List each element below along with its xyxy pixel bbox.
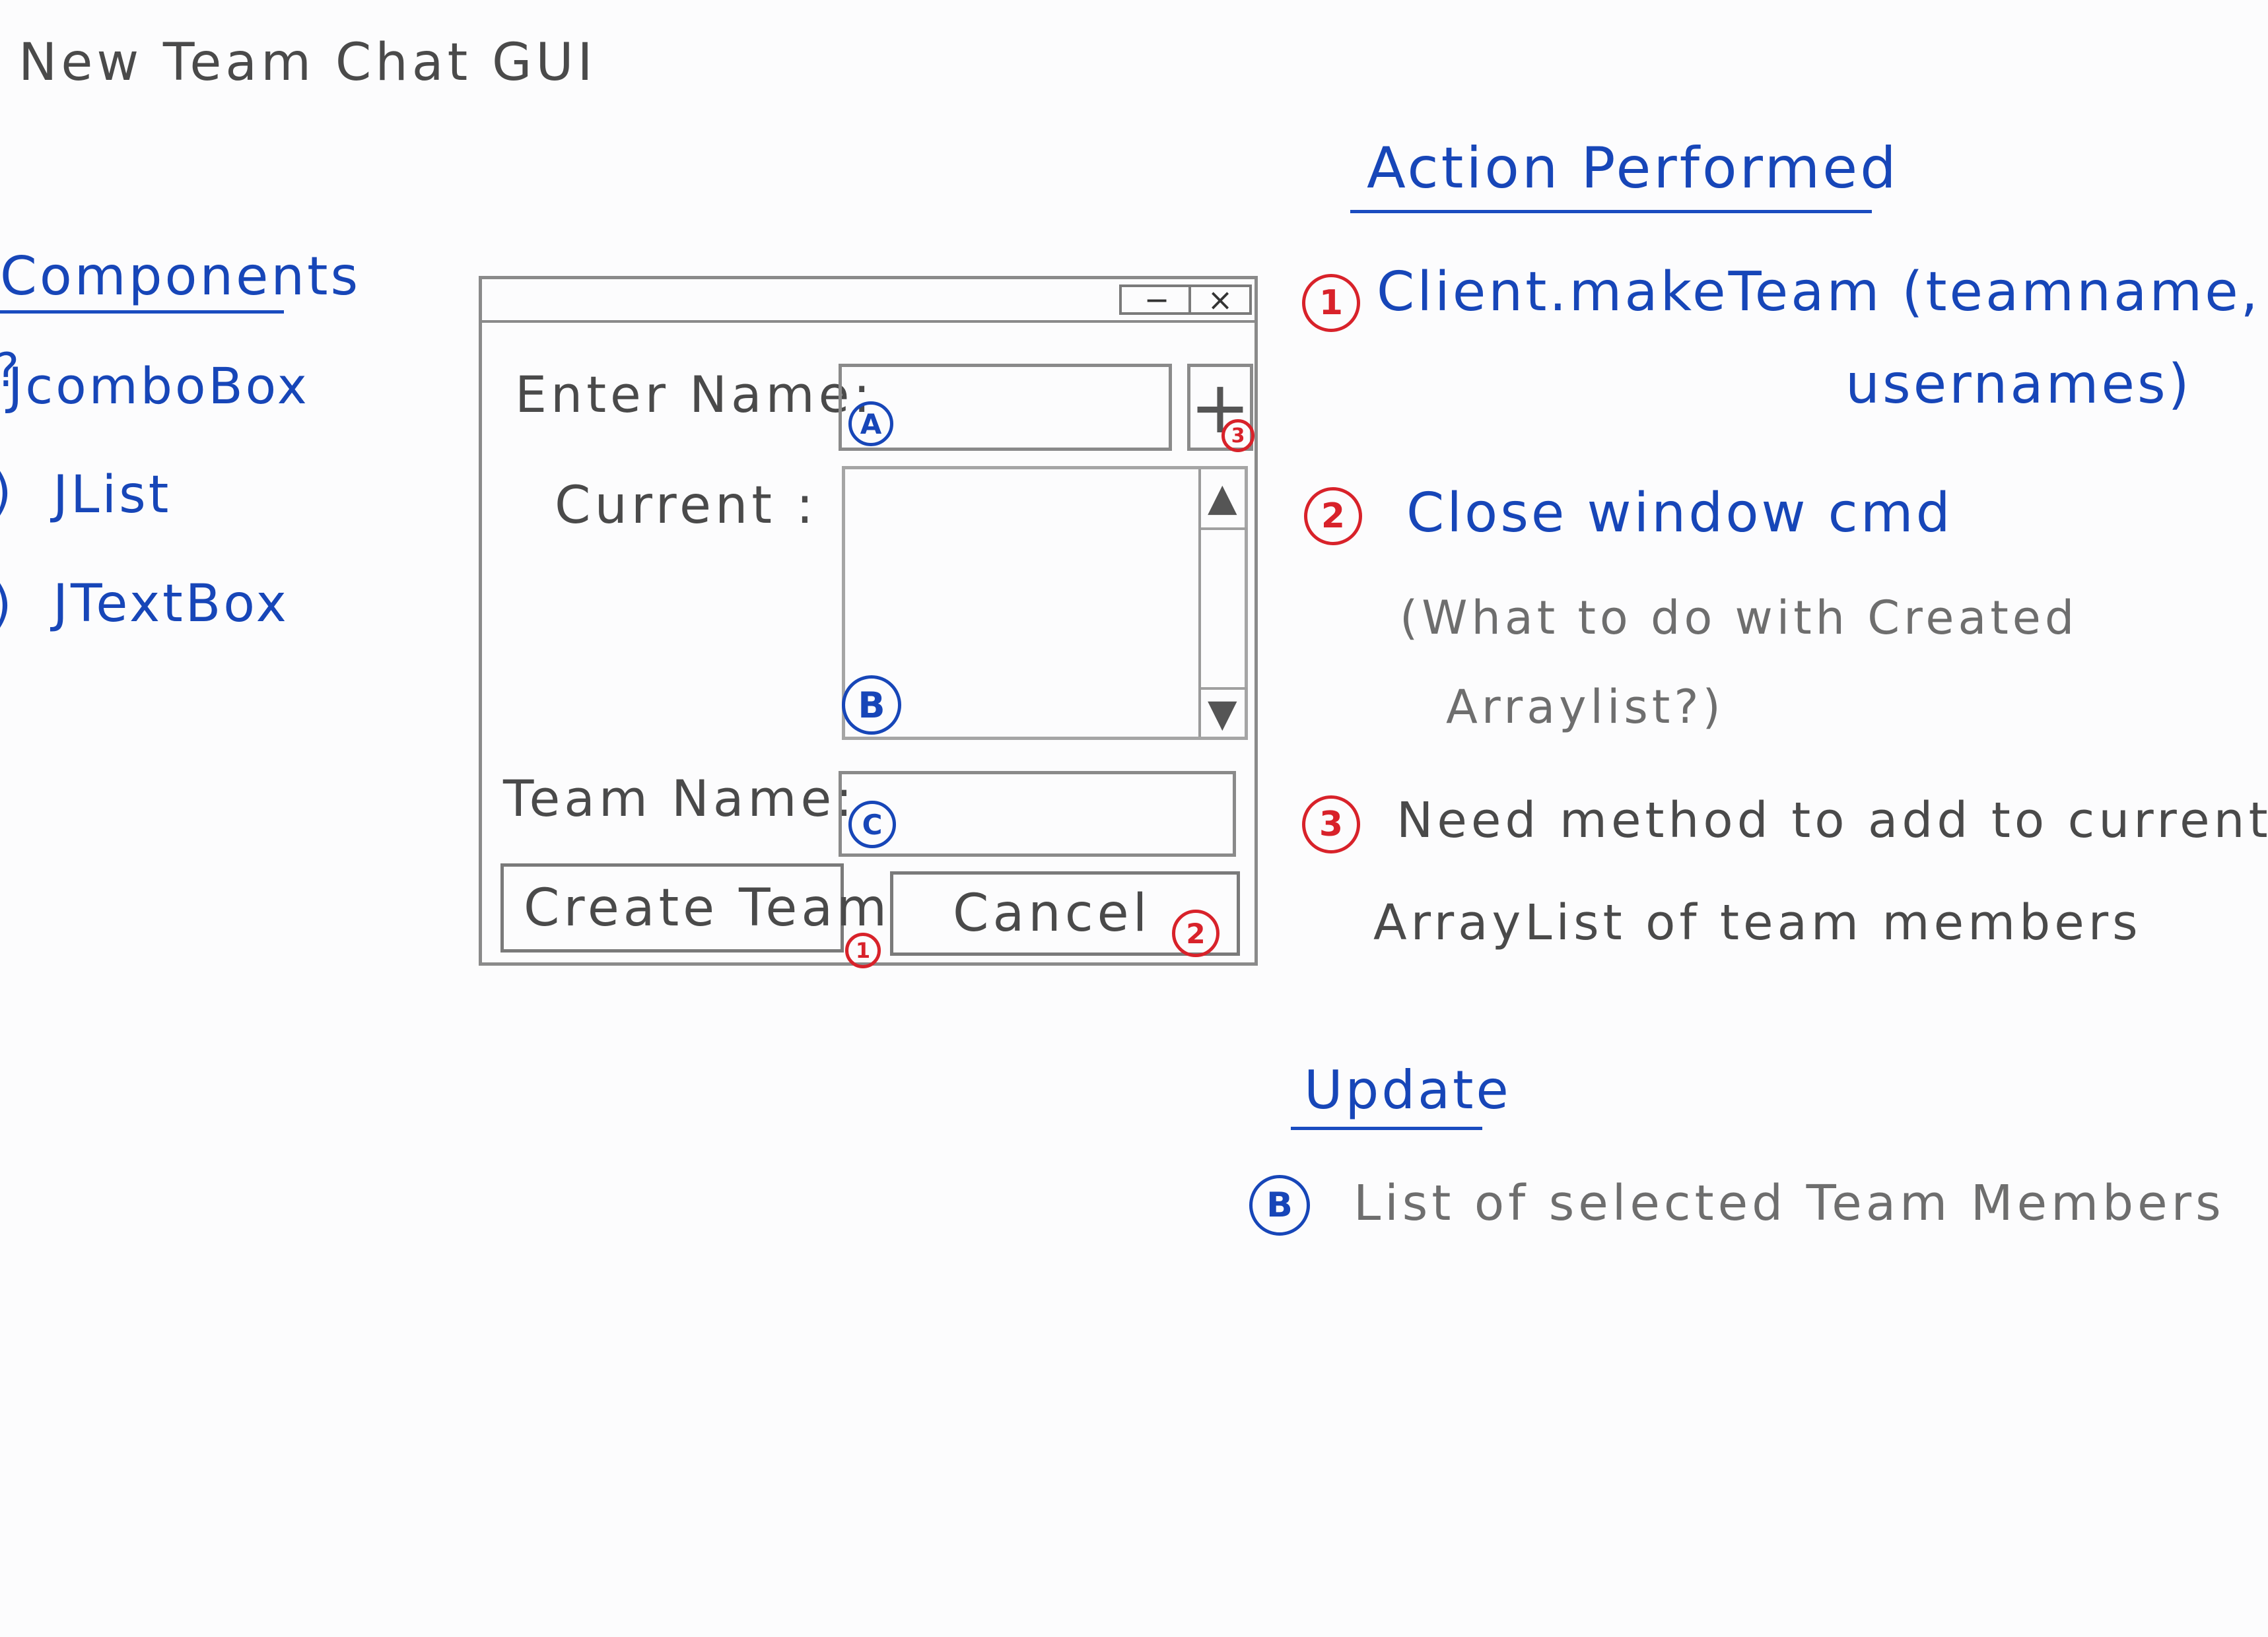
enter-name-label: Enter Name: — [515, 365, 874, 424]
action-1-marker: 1 — [1302, 274, 1360, 332]
components-item-jcombobox: JcomboBox — [8, 356, 310, 415]
action-2-line1: Close window cmd — [1406, 482, 1953, 545]
marker-b: B — [842, 675, 901, 735]
components-item-marker: ) — [0, 574, 15, 633]
update-text: List of selected Team Members — [1354, 1175, 2225, 1232]
dialog-window: − × Enter Name: A + 3 Current : ▲ ▼ B Te… — [479, 276, 1258, 968]
components-heading: Components — [0, 246, 361, 307]
update-heading: Update — [1304, 1059, 1511, 1121]
current-label: Current : — [555, 476, 818, 535]
current-members-list[interactable]: ▲ ▼ — [842, 466, 1248, 740]
marker-1: 1 — [845, 933, 881, 968]
action-3-line1: Need method to add to current — [1396, 792, 2268, 849]
action-1-line1: Client.makeTeam (teamname, — [1377, 261, 2261, 323]
actions-heading: Action Performed — [1367, 135, 1899, 201]
marker-c: C — [848, 801, 896, 848]
action-2-marker: 2 — [1304, 487, 1362, 545]
enter-name-combobox[interactable] — [839, 364, 1172, 451]
action-3-line2: ArrayList of team members — [1373, 894, 2142, 951]
components-item-jtextbox: JTextBox — [53, 574, 289, 634]
action-3-marker: 3 — [1302, 795, 1360, 853]
update-marker-b: B — [1249, 1175, 1310, 1236]
marker-2: 2 — [1172, 910, 1220, 957]
scroll-down-arrow-icon[interactable]: ▼ — [1208, 690, 1237, 735]
close-button[interactable]: × — [1188, 284, 1252, 315]
minimize-button[interactable]: − — [1119, 284, 1192, 315]
actions-underline — [1350, 210, 1872, 213]
list-scrollbar[interactable]: ▲ ▼ — [1198, 469, 1248, 737]
components-underline — [0, 310, 284, 314]
marker-3: 3 — [1221, 419, 1254, 452]
window-titlebar: − × — [482, 279, 1254, 323]
create-team-button[interactable]: Create Team — [500, 863, 887, 952]
marker-a: A — [848, 401, 893, 446]
scroll-track-divider — [1201, 527, 1247, 530]
team-name-label: Team Name: — [503, 769, 856, 828]
scroll-up-arrow-icon[interactable]: ▲ — [1208, 475, 1237, 519]
scroll-track-divider — [1201, 687, 1247, 690]
action-1-line2: usernames) — [1845, 353, 2192, 416]
components-item-jlist: JList — [53, 465, 172, 525]
page-title: New Team Chat GUI — [18, 33, 597, 92]
update-underline — [1291, 1127, 1482, 1130]
action-2-note1: (What to do with Created — [1400, 591, 2079, 645]
team-name-textbox[interactable] — [839, 771, 1236, 857]
components-item-marker: ) — [0, 462, 15, 521]
action-2-note2: Arraylist?) — [1446, 680, 1725, 734]
